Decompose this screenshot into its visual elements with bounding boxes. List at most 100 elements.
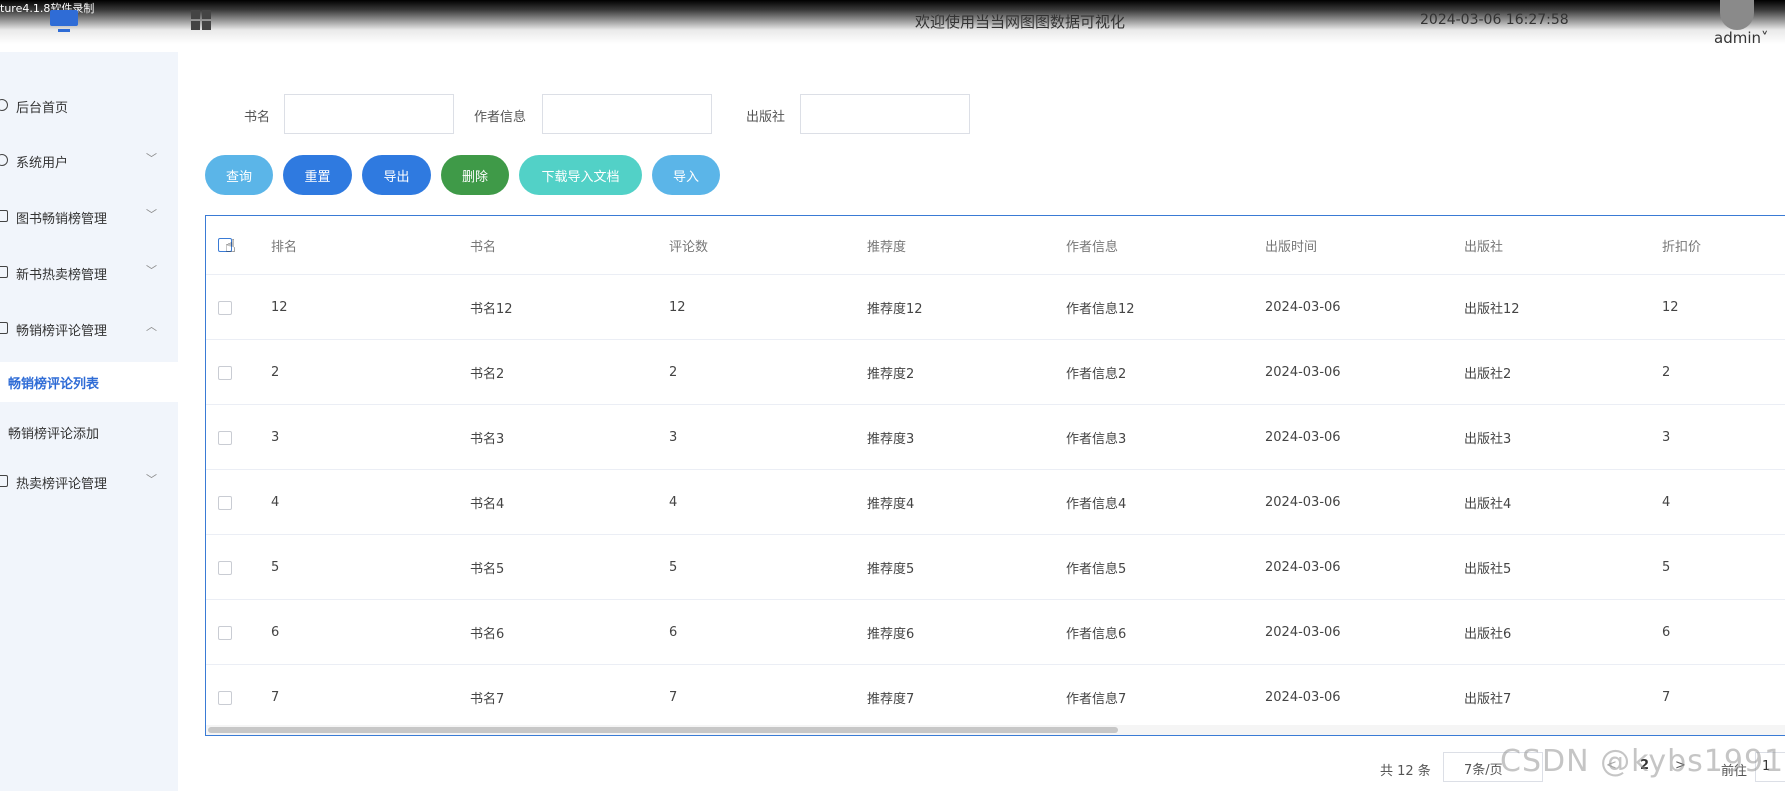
sidebar-item-bestseller-books[interactable]: 图书畅销榜管理 ﹀ — [0, 197, 178, 237]
sidebar-item-home[interactable]: 后台首页 — [0, 86, 178, 126]
author-cell: 作者信息2 — [1066, 366, 1127, 382]
column-header[interactable]: 评论数 — [669, 216, 708, 274]
row-checkbox[interactable] — [218, 366, 232, 380]
table-row[interactable]: 7 书名7 7 推荐度7 作者信息7 2024-03-06 出版社7 7 — [206, 665, 1785, 730]
recommend-cell: 推荐度2 — [867, 366, 915, 382]
grid-cell — [202, 10, 211, 19]
publisher-input[interactable] — [800, 94, 970, 134]
sidebar-item-new-hot-books[interactable]: 新书热卖榜管理 ﹀ — [0, 253, 178, 293]
column-header[interactable]: 折扣价 — [1662, 216, 1701, 274]
column-header[interactable]: 排名 — [271, 216, 297, 274]
row-checkbox[interactable] — [218, 626, 232, 640]
sidebar-item-system-users[interactable]: 系统用户 ﹀ — [0, 141, 178, 181]
rank-cell: 7 — [271, 689, 280, 705]
logo-screen — [50, 10, 78, 26]
discount-price-cell: 6 — [1662, 624, 1671, 640]
table-row[interactable]: 5 书名5 5 推荐度5 作者信息5 2024-03-06 出版社5 5 — [206, 535, 1785, 600]
column-header[interactable]: 作者信息 — [1066, 216, 1118, 274]
horizontal-scrollbar[interactable] — [206, 725, 1785, 735]
discount-price-cell: 7 — [1662, 689, 1671, 705]
publisher-cell: 出版社2 — [1464, 366, 1512, 382]
comment-count-cell: 2 — [669, 364, 678, 380]
sidebar-subitem-comment-add[interactable]: 畅销榜评论添加 — [0, 412, 178, 452]
sidebar-item-label: 图书畅销榜管理 — [16, 212, 108, 227]
publisher-cell: 出版社4 — [1464, 496, 1512, 512]
user-menu[interactable]: admin˅ — [1714, 29, 1769, 47]
row-checkbox[interactable] — [218, 496, 232, 510]
table-row[interactable]: 6 书名6 6 推荐度6 作者信息6 2024-03-06 出版社6 6 — [206, 600, 1785, 665]
sidebar-subitem-comment-list[interactable]: 畅销榜评论列表 — [0, 362, 178, 402]
author-label: 作者信息 — [474, 110, 527, 125]
discount-price-cell: 2 — [1662, 364, 1671, 380]
book-name-cell: 书名2 — [470, 366, 505, 382]
author-cell: 作者信息12 — [1066, 301, 1135, 317]
book-name-cell: 书名5 — [470, 561, 505, 577]
book-name-cell: 书名12 — [470, 301, 513, 317]
book-name-cell: 书名7 — [470, 691, 505, 707]
chevron-down-icon: ﹀ — [146, 152, 157, 165]
column-header[interactable]: 推荐度 — [867, 216, 906, 274]
monitor-logo-icon — [50, 10, 78, 32]
export-button[interactable]: 导出 — [362, 155, 431, 195]
row-checkbox[interactable] — [218, 691, 232, 705]
author-cell: 作者信息6 — [1066, 626, 1127, 642]
row-checkbox[interactable] — [218, 431, 232, 445]
recommend-cell: 推荐度7 — [867, 691, 915, 707]
rank-cell: 2 — [271, 364, 280, 380]
user-icon — [0, 154, 8, 166]
table-row[interactable]: 12 书名12 12 推荐度12 作者信息12 2024-03-06 出版社12 12 — [206, 275, 1785, 340]
avatar[interactable] — [1720, 0, 1754, 30]
menu-toggle-grid-icon[interactable] — [191, 10, 211, 30]
recommend-cell: 推荐度4 — [867, 496, 915, 512]
discount-price-cell: 5 — [1662, 559, 1671, 575]
home-icon — [0, 99, 8, 111]
comment-count-cell: 6 — [669, 624, 678, 640]
table-row[interactable]: 2 书名2 2 推荐度2 作者信息2 2024-03-06 出版社2 2 — [206, 340, 1785, 405]
column-header[interactable]: 书名 — [470, 216, 496, 274]
book-name-cell: 书名3 — [470, 431, 505, 447]
doc-icon — [0, 210, 8, 222]
rank-cell: 6 — [271, 624, 280, 640]
column-header[interactable]: 出版社 — [1464, 216, 1503, 274]
delete-button[interactable]: 删除 — [441, 155, 509, 195]
author-cell: 作者信息7 — [1066, 691, 1127, 707]
app-title: 欢迎使用当当网图图数据可视化 — [914, 13, 1125, 31]
query-button[interactable]: 查询 — [205, 155, 273, 195]
comment-count-cell: 12 — [669, 299, 686, 315]
row-checkbox[interactable] — [218, 301, 232, 315]
scrollbar-thumb[interactable] — [208, 727, 1118, 733]
row-checkbox[interactable] — [218, 561, 232, 575]
hand-cursor-icon: ☝ — [225, 236, 236, 257]
sidebar-subitem-label: 畅销榜评论列表 — [8, 377, 100, 392]
publish-date-cell: 2024-03-06 — [1265, 689, 1341, 705]
doc-icon — [0, 475, 8, 487]
publisher-cell: 出版社12 — [1464, 301, 1520, 317]
reset-button[interactable]: 重置 — [283, 155, 352, 195]
table-row[interactable]: 3 书名3 3 推荐度3 作者信息3 2024-03-06 出版社3 3 — [206, 405, 1785, 470]
sidebar-item-hot-comments[interactable]: 热卖榜评论管理 ﹀ — [0, 462, 178, 502]
sidebar-item-label: 热卖榜评论管理 — [16, 477, 108, 492]
recorder-label: ture4.1.8软件录制 — [0, 2, 95, 15]
top-bar: ture4.1.8软件录制 欢迎使用当当网图图数据可视化 2024-03-06 … — [0, 0, 1785, 47]
column-header[interactable]: 出版时间 — [1265, 216, 1317, 274]
author-input[interactable] — [542, 94, 712, 134]
publisher-label: 出版社 — [746, 110, 786, 125]
grid-cell — [202, 21, 211, 30]
pagination-total: 共 12 条 — [1380, 764, 1431, 779]
watermark: CSDN @kybs1991 — [1500, 744, 1785, 779]
book-name-cell: 书名4 — [470, 496, 505, 512]
import-button[interactable]: 导入 — [652, 155, 720, 195]
recommend-cell: 推荐度5 — [867, 561, 915, 577]
author-cell: 作者信息4 — [1066, 496, 1127, 512]
sidebar: 后台首页 系统用户 ﹀ 图书畅销榜管理 ﹀ 新书热卖榜管理 ﹀ 畅销榜评论管理 … — [0, 52, 178, 791]
publisher-cell: 出版社5 — [1464, 561, 1512, 577]
data-table: ☝ 排名 书名 评论数 推荐度 作者信息 出版时间 出版社 折扣价 12 书名12… — [205, 215, 1785, 736]
sidebar-item-bestseller-comments[interactable]: 畅销榜评论管理 ︿ — [0, 309, 178, 349]
download-template-button[interactable]: 下载导入文档 — [519, 155, 642, 195]
book-name-input[interactable] — [284, 94, 454, 134]
discount-price-cell: 12 — [1662, 299, 1679, 315]
publish-date-cell: 2024-03-06 — [1265, 494, 1341, 510]
comment-count-cell: 3 — [669, 429, 678, 445]
table-row[interactable]: 4 书名4 4 推荐度4 作者信息4 2024-03-06 出版社4 4 — [206, 470, 1785, 535]
comment-count-cell: 4 — [669, 494, 678, 510]
